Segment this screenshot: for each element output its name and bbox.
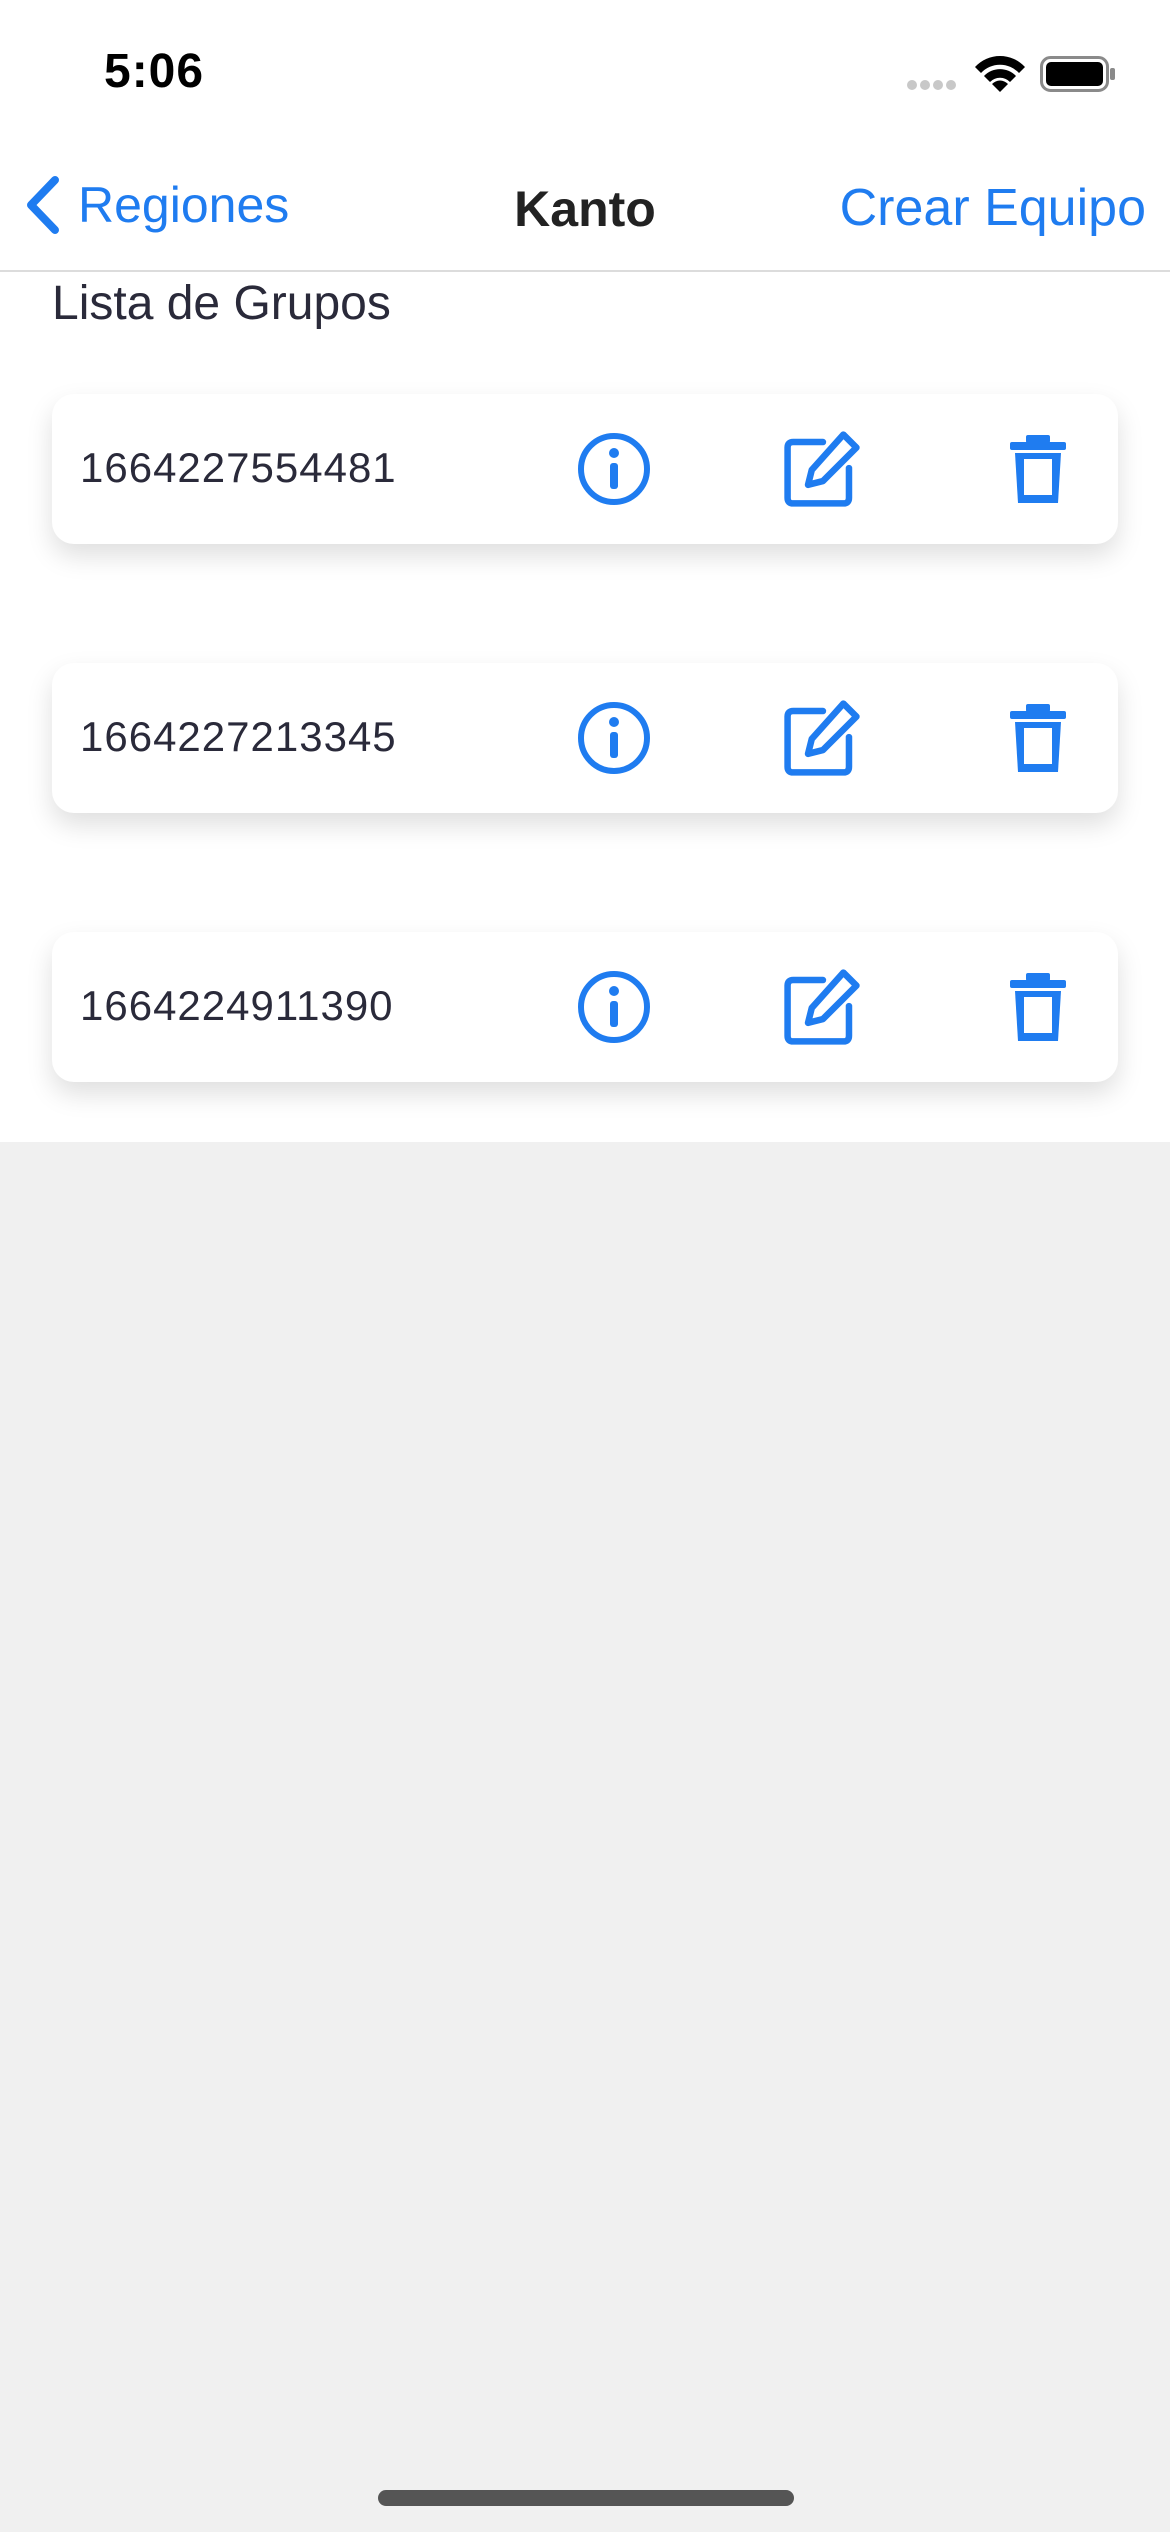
edit-button[interactable] bbox=[782, 429, 862, 509]
trash-icon bbox=[1010, 973, 1066, 1041]
group-id: 1664227213345 bbox=[80, 713, 397, 760]
group-card: 1664224911390 bbox=[52, 932, 1118, 1082]
home-indicator[interactable] bbox=[378, 2490, 794, 2506]
battery-icon bbox=[1040, 56, 1115, 92]
info-button[interactable] bbox=[574, 429, 654, 509]
trash-icon bbox=[1010, 435, 1066, 503]
info-button[interactable] bbox=[574, 967, 654, 1047]
info-button[interactable] bbox=[574, 698, 654, 778]
info-circle-icon bbox=[578, 433, 650, 505]
section-title: Lista de Grupos bbox=[52, 277, 391, 330]
trash-icon bbox=[1010, 704, 1066, 772]
wifi-icon bbox=[975, 56, 1025, 92]
group-id: 1664224911390 bbox=[80, 982, 394, 1029]
edit-square-icon bbox=[784, 700, 860, 776]
info-circle-icon bbox=[578, 702, 650, 774]
group-card: 1664227213345 bbox=[52, 663, 1118, 813]
status-time: 5:06 bbox=[104, 45, 205, 98]
edit-square-icon bbox=[784, 969, 860, 1045]
edit-square-icon bbox=[784, 431, 860, 507]
delete-button[interactable] bbox=[998, 429, 1078, 509]
delete-button[interactable] bbox=[998, 698, 1078, 778]
navigation-bar: Regiones Kanto Crear Equipo bbox=[0, 140, 1170, 272]
delete-button[interactable] bbox=[998, 967, 1078, 1047]
edit-button[interactable] bbox=[782, 967, 862, 1047]
status-bar: 5:06 bbox=[0, 0, 1170, 140]
group-card: 1664227554481 bbox=[52, 394, 1118, 544]
create-team-button[interactable]: Crear Equipo bbox=[840, 178, 1146, 238]
cellular-signal-icon bbox=[907, 80, 956, 90]
group-list-section: Lista de Grupos 1664227554481 1664227213… bbox=[0, 272, 1170, 1142]
info-circle-icon bbox=[578, 971, 650, 1043]
edit-button[interactable] bbox=[782, 698, 862, 778]
group-id: 1664227554481 bbox=[80, 444, 397, 491]
